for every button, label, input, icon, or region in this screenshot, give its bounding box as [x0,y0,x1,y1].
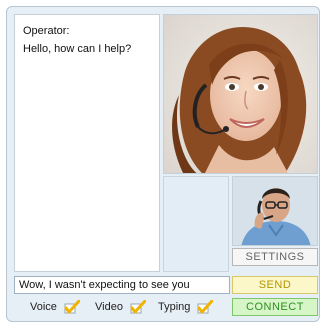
video-blank-area [163,176,229,272]
typing-option[interactable]: Typing [158,300,214,316]
chat-transcript: Operator: Hello, how can I help? [14,14,160,272]
typing-label: Typing [158,301,191,313]
connect-button[interactable]: CONNECT [232,298,318,316]
send-button[interactable]: SEND [232,276,318,294]
self-video [232,176,318,246]
operator-video [163,14,318,174]
operator-label: Operator: [23,25,70,37]
settings-button[interactable]: SETTINGS [232,248,318,266]
video-option[interactable]: Video [95,300,146,316]
message-input[interactable]: Wow, I wasn't expecting to see you [14,276,230,294]
voice-option[interactable]: Voice [30,300,80,316]
checkmark-icon[interactable] [197,300,214,314]
video-label: Video [95,301,123,313]
voice-label: Voice [30,301,57,313]
operator-message: Hello, how can I help? [23,43,132,55]
self-video-image [233,177,317,245]
checkmark-icon[interactable] [64,300,80,314]
checkmark-icon[interactable] [130,300,146,314]
operator-video-image [164,15,317,173]
